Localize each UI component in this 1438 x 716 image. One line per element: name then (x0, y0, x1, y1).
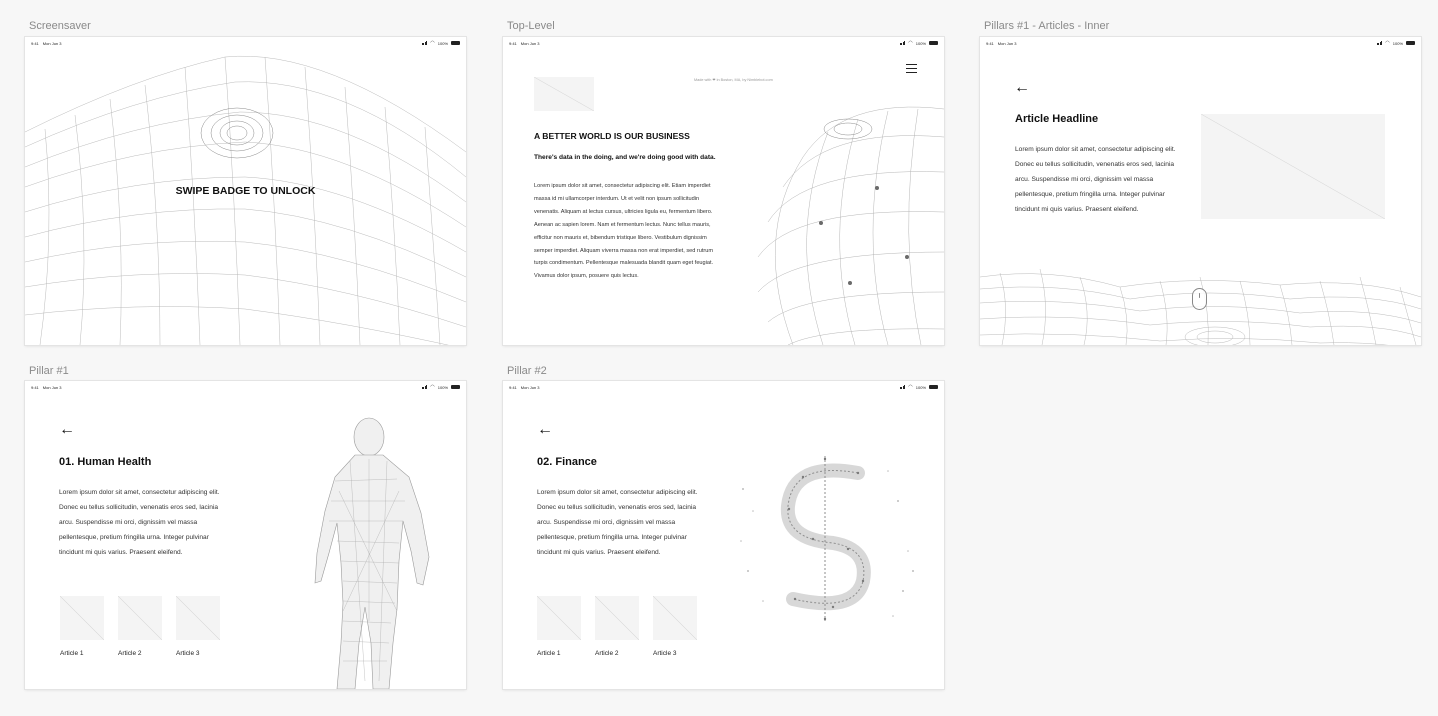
article-image-placeholder (1201, 114, 1385, 219)
article-3-thumbnail[interactable] (176, 596, 220, 640)
signal-icon (899, 41, 906, 45)
article-3-label[interactable]: Article 3 (176, 650, 199, 657)
battery-percent: 100% (1392, 40, 1403, 46)
artboard-label-pillar-1[interactable]: Pillar #1 (29, 365, 69, 377)
battery-icon (451, 385, 460, 389)
status-date: Mon Jun 3 (42, 40, 62, 46)
article-2-label[interactable]: Article 2 (595, 650, 618, 657)
signal-icon (1376, 41, 1383, 45)
signal-icon (421, 41, 428, 45)
article-2-thumbnail[interactable] (118, 596, 162, 640)
artboard-label-pillar-2[interactable]: Pillar #2 (507, 365, 547, 377)
artboard-label-top-level[interactable]: Top-Level (507, 20, 555, 32)
battery-percent: 100% (915, 40, 926, 46)
wifi-icon: ◠ (1385, 40, 1390, 46)
battery-icon (1406, 41, 1415, 45)
pillar-body: Lorem ipsum dolor sit amet, consectetur … (59, 489, 220, 556)
battery-percent: 100% (437, 40, 448, 46)
back-arrow-icon[interactable]: ← (59, 422, 75, 438)
status-time: 9:41 (31, 384, 39, 390)
article-body: Lorem ipsum dolor sit amet, consectetur … (1015, 146, 1176, 213)
credit-text[interactable]: Made with ❤ in Boston, MA, by Nimblebot.… (694, 77, 773, 82)
article-3-thumbnail[interactable] (653, 596, 697, 640)
article-1-label[interactable]: Article 1 (537, 650, 560, 657)
article-headline: Article Headline (1015, 113, 1099, 125)
status-bar: 9:41 Mon Jun 3 ◠ 100% (509, 39, 938, 47)
body-paragraph: Lorem ipsum dolor sit amet, consectetur … (534, 183, 714, 280)
battery-icon (451, 41, 460, 45)
status-date: Mon Jun 3 (520, 40, 540, 46)
artboard-pillar-1[interactable]: 9:41 Mon Jun 3 ◠ 100% ← 01. Human Health … (25, 381, 466, 689)
artboard-top-level[interactable]: 9:41 Mon Jun 3 ◠ 100% Made with ❤ in Bost… (503, 37, 944, 345)
battery-icon (929, 41, 938, 45)
artboard-screensaver[interactable]: 9:41 Mon Jun 3 ◠ 100% SWIPE BADGE TO UNLO… (25, 37, 466, 345)
signal-icon (899, 385, 906, 389)
article-1-thumbnail[interactable] (60, 596, 104, 640)
status-date: Mon Jun 3 (42, 384, 62, 390)
status-time: 9:41 (509, 40, 517, 46)
wifi-icon: ◠ (908, 384, 913, 390)
wifi-icon: ◠ (430, 40, 435, 46)
signal-icon (421, 385, 428, 389)
swipe-unlock-text: SWIPE BADGE TO UNLOCK (175, 185, 316, 197)
battery-percent: 100% (915, 384, 926, 390)
article-2-label[interactable]: Article 2 (118, 650, 141, 657)
status-bar: 9:41 Mon Jun 3 ◠ 100% (509, 383, 938, 391)
pillar-headline: 02. Finance (537, 456, 597, 468)
artboard-pillar-2[interactable]: 9:41 Mon Jun 3 ◠ 100% ← 02. Finance Lorem… (503, 381, 944, 689)
artboard-label-articles-inner[interactable]: Pillars #1 - Articles - Inner (984, 20, 1109, 32)
article-1-thumbnail[interactable] (537, 596, 581, 640)
status-bar: 9:41 Mon Jun 3 ◠ 100% (31, 383, 460, 391)
status-time: 9:41 (31, 40, 39, 46)
logo-placeholder (534, 77, 594, 111)
back-arrow-icon[interactable]: ← (1014, 80, 1030, 96)
hamburger-menu-icon[interactable] (906, 64, 917, 73)
status-date: Mon Jun 3 (520, 384, 540, 390)
article-3-label[interactable]: Article 3 (653, 650, 676, 657)
back-arrow-icon[interactable]: ← (537, 422, 553, 438)
status-date: Mon Jun 3 (997, 40, 1017, 46)
page-headline: A BETTER WORLD IS OUR BUSINESS (534, 131, 690, 141)
status-time: 9:41 (509, 384, 517, 390)
status-bar: 9:41 Mon Jun 3 ◠ 100% (31, 39, 460, 47)
artboard-articles-inner[interactable]: 9:41 Mon Jun 3 ◠ 100% ← Article Headline … (980, 37, 1421, 345)
article-1-label[interactable]: Article 1 (60, 650, 83, 657)
status-bar: 9:41 Mon Jun 3 ◠ 100% (986, 39, 1415, 47)
artboard-label-screensaver[interactable]: Screensaver (29, 20, 91, 32)
article-2-thumbnail[interactable] (595, 596, 639, 640)
battery-percent: 100% (437, 384, 448, 390)
status-time: 9:41 (986, 40, 994, 46)
page-subhead: There's data in the doing, and we're doi… (534, 154, 716, 161)
wifi-icon: ◠ (908, 40, 913, 46)
pillar-body: Lorem ipsum dolor sit amet, consectetur … (537, 489, 698, 556)
pillar-headline: 01. Human Health (59, 456, 152, 468)
wifi-icon: ◠ (430, 384, 435, 390)
scroll-mouse-icon[interactable] (1192, 288, 1207, 310)
battery-icon (929, 385, 938, 389)
